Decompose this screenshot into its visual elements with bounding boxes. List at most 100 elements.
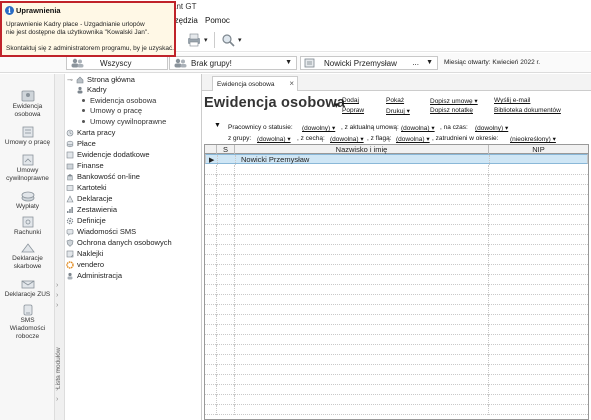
table-row[interactable]: ▶ Nowicki Przemysław — [205, 154, 588, 165]
empty-table-row — [205, 325, 588, 335]
grid-header-status[interactable]: S — [217, 145, 235, 154]
empty-cell — [217, 265, 235, 275]
empty-cell — [217, 235, 235, 245]
tree-item-wiadomosci-sms[interactable]: Wiadomości SMS — [66, 227, 136, 236]
empty-cell — [489, 285, 588, 295]
leftbar-item-sms[interactable]: SMS Wiadomości robocze — [0, 304, 55, 341]
empty-cell — [217, 385, 235, 395]
tree-item-place[interactable]: Płace — [66, 139, 96, 148]
empty-cell — [235, 275, 489, 285]
filter-contract-value[interactable]: (dowolna) ▾ — [401, 124, 435, 132]
tree-item-vendero[interactable]: vendero — [66, 260, 104, 269]
show-link[interactable]: Pokaż — [386, 97, 404, 104]
empty-cell — [489, 345, 588, 355]
chevron-down-icon: ▾ — [238, 37, 242, 44]
grid-header-name[interactable]: Nazwisko i imię — [235, 145, 489, 154]
print-link[interactable]: Drukuj ▾ — [386, 107, 410, 115]
filter-period-value[interactable]: (dowolny) ▾ — [475, 124, 508, 132]
empty-cell — [217, 165, 235, 175]
page-title[interactable]: Ewidencja osobowa — [204, 95, 345, 111]
filter-toggle-icon[interactable]: ▼ — [214, 122, 221, 129]
leftbar-item-deklaracje-zus[interactable]: Deklaracje ZUS — [0, 278, 55, 299]
group-all-select[interactable]: Wszyscy — [66, 56, 168, 70]
empty-cell — [489, 235, 588, 245]
empty-cell — [217, 255, 235, 265]
tree-item-ewidencja-osobowa[interactable]: Ewidencja osobowa — [82, 96, 156, 105]
empty-cell — [205, 365, 217, 375]
close-icon[interactable]: × — [289, 79, 294, 88]
open-month-label: Miesiąc otwarty: Kwiecień 2022 r. — [444, 59, 541, 66]
leftbar-item-umowy-cywilnoprawne[interactable]: Umowy cywilnoprawne — [0, 154, 55, 183]
document-library-link[interactable]: Biblioteka dokumentów — [494, 107, 561, 114]
filter-group-value[interactable]: (dowolna) ▾ — [257, 135, 291, 143]
tree-item-strona-glowna[interactable]: Strona główna — [76, 75, 135, 84]
tree-item-definicje[interactable]: Definicje — [66, 216, 106, 225]
search-tool-button[interactable]: ▾ — [220, 32, 242, 48]
empty-table-row — [205, 235, 588, 245]
leftbar-item-wyplaty[interactable]: Wypłaty — [0, 190, 55, 211]
leftbar-item-rachunki[interactable]: Rachunki — [0, 216, 55, 237]
tree-item-karta-pracy[interactable]: Karta pracy — [66, 128, 115, 137]
filter-status-value[interactable]: (dowolny) ▾ — [302, 124, 335, 132]
pin-icon[interactable]: ⊸ — [67, 76, 73, 84]
gear-icon — [66, 217, 74, 224]
edit-link[interactable]: Popraw — [342, 107, 364, 114]
grid-header-nip[interactable]: NIP — [489, 145, 588, 154]
leftbar-item-ewidencja[interactable]: Ewidencja osobowa — [0, 90, 55, 119]
tree-item-kadry[interactable]: Kadry — [76, 85, 107, 94]
add-contract-link[interactable]: Dopisz umowę ▾ — [430, 97, 478, 105]
menu-help[interactable]: Pomoc — [205, 16, 230, 25]
card-file-icon — [66, 184, 74, 191]
tree-item-umowy-o-prace[interactable]: Umowy o pracę — [82, 106, 142, 115]
empty-cell — [235, 215, 489, 225]
empty-table-row — [205, 165, 588, 175]
send-email-link[interactable]: Wyślij e-mail — [494, 97, 530, 104]
empty-cell — [217, 405, 235, 415]
filter-feature-value[interactable]: (dowolna) ▾ — [330, 135, 364, 143]
chevron-right-icon: › — [56, 292, 59, 299]
tree-item-ewidencje-dodatkowe[interactable]: Ewidencje dodatkowe — [66, 150, 150, 159]
empty-cell — [217, 215, 235, 225]
tab-ewidencja-osobowa[interactable]: Ewidencja osobowa × — [212, 76, 298, 91]
tree-item-administracja[interactable]: Administracja — [66, 271, 122, 280]
chevron-down-icon[interactable]: ▾ — [334, 100, 339, 111]
empty-cell — [489, 355, 588, 365]
empty-cell — [489, 165, 588, 175]
tree-item-kartoteki[interactable]: Kartoteki — [66, 183, 107, 192]
empty-cell — [489, 395, 588, 405]
empty-cell — [205, 205, 217, 215]
tree-item-zestawienia[interactable]: Zestawienia — [66, 205, 117, 214]
leftbar-item-umowy-o-prace[interactable]: Umowy o pracę — [0, 126, 55, 147]
empty-cell — [217, 335, 235, 345]
declaration-icon — [66, 194, 74, 202]
tree-item-naklejki[interactable]: Naklejki — [66, 249, 103, 258]
tree-item-umowy-cywilnoprawne[interactable]: Umowy cywilnoprawne — [82, 117, 166, 126]
tree-item-bankowosc[interactable]: Bankowość on-line — [66, 172, 140, 181]
main-panel: Ewidencja osobowa × Ewidencja osobowa ▾ … — [202, 74, 591, 420]
tree-item-ochrona-danych[interactable]: Ochrona danych osobowych — [66, 238, 172, 247]
print-button[interactable]: ▾ — [186, 32, 208, 48]
empty-cell — [205, 345, 217, 355]
tree-item-deklaracje[interactable]: Deklaracje — [66, 194, 112, 203]
filter-employed-label: , zatrudnieni w okresie: — [432, 135, 499, 142]
add-link[interactable]: Dodaj — [342, 97, 359, 104]
add-note-link[interactable]: Dopisz notatkę — [430, 107, 473, 114]
filter-employed-value[interactable]: (nieokreślony) ▾ — [510, 135, 556, 143]
module-list-strip[interactable]: › › › › › › › Lista modułów — [55, 74, 65, 420]
empty-cell — [205, 165, 217, 175]
zus-declaration-icon — [21, 280, 34, 289]
tree-item-finanse[interactable]: Finanse — [66, 161, 104, 170]
vendero-icon — [66, 260, 74, 269]
employees-grid[interactable]: S Nazwisko i imię NIP ▶ Nowicki Przemysł… — [204, 144, 589, 420]
notification-line-2: nie jest dostępne dla użytkownika "Kowal… — [6, 29, 149, 36]
leftbar-item-deklaracje-skarbowe[interactable]: Deklaracje skarbowe — [0, 242, 55, 271]
group-select[interactable]: Brak grupy! ▼ — [169, 56, 297, 70]
empty-table-row — [205, 385, 588, 395]
company-select[interactable]: Nowicki Przemysław ... ▼ — [300, 56, 438, 70]
permission-notification[interactable]: i Uprawnienia Uprawnienie Kadry płace - … — [0, 1, 176, 57]
shield-icon — [66, 238, 74, 247]
module-list-label: Lista modułów — [55, 347, 62, 389]
empty-cell — [217, 275, 235, 285]
filter-flag-value[interactable]: (dowolna) ▾ — [396, 135, 430, 143]
personnel-icon — [77, 86, 83, 93]
